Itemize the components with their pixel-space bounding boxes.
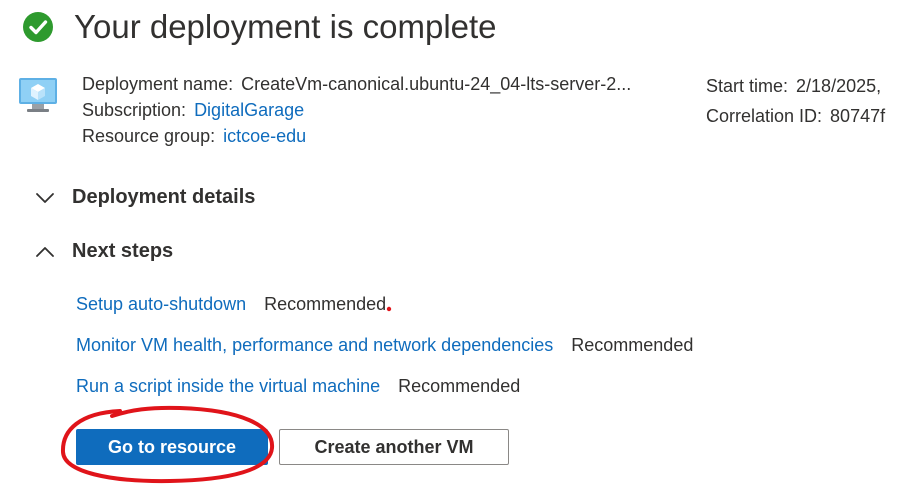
- next-step-item: Run a script inside the virtual machine R…: [76, 376, 520, 397]
- success-check-icon: [23, 12, 53, 42]
- deployment-header: Your deployment is complete: [22, 8, 497, 46]
- subscription-row: Subscription: DigitalGarage: [82, 97, 631, 123]
- deployment-meta: Start time: 2/18/2025, Correlation ID: 807…: [706, 71, 885, 131]
- go-to-resource-button[interactable]: Go to resource: [76, 429, 268, 465]
- next-step-item: Setup auto-shutdown Recommended: [76, 294, 386, 315]
- recommended-tag: Recommended: [398, 376, 521, 396]
- deployment-name-row: Deployment name: CreateVm-canonical.ubunt…: [82, 71, 631, 97]
- monitor-vm-health-link[interactable]: Monitor VM health, performance and netwo…: [76, 335, 553, 355]
- next-steps-label: Next steps: [72, 240, 174, 262]
- chevron-up-icon: [36, 246, 54, 257]
- next-steps-toggle[interactable]: Next steps: [34, 240, 173, 263]
- setup-auto-shutdown-link[interactable]: Setup auto-shutdown: [76, 294, 246, 314]
- recommended-tag: Recommended: [264, 294, 387, 314]
- deployment-name-label: Deployment name:: [82, 74, 234, 94]
- virtual-machine-icon: [19, 78, 57, 112]
- subscription-link[interactable]: DigitalGarage: [194, 100, 304, 120]
- correlation-id-value: 80747f: [830, 106, 886, 126]
- next-step-item: Monitor VM health, performance and netwo…: [76, 335, 693, 356]
- deployment-details-label: Deployment details: [72, 186, 256, 208]
- correlation-id-label: Correlation ID:: [706, 106, 823, 126]
- page-title: Your deployment is complete: [74, 8, 497, 45]
- start-time-row: Start time: 2/18/2025,: [706, 71, 885, 101]
- deployment-info: Deployment name: CreateVm-canonical.ubunt…: [82, 71, 631, 149]
- subscription-label: Subscription:: [82, 100, 187, 120]
- resource-group-label: Resource group:: [82, 126, 216, 146]
- deployment-name-value: CreateVm-canonical.ubuntu-24_04-lts-serv…: [241, 74, 632, 94]
- run-script-link[interactable]: Run a script inside the virtual machine: [76, 376, 380, 396]
- deployment-details-toggle[interactable]: Deployment details: [34, 186, 255, 209]
- start-time-label: Start time:: [706, 76, 789, 96]
- correlation-id-row: Correlation ID: 80747f: [706, 101, 885, 131]
- resource-group-link[interactable]: ictcoe-edu: [223, 126, 306, 146]
- recommended-tag: Recommended: [571, 335, 694, 355]
- chevron-down-icon: [36, 192, 54, 203]
- start-time-value: 2/18/2025,: [796, 76, 882, 96]
- create-another-vm-button[interactable]: Create another VM: [279, 429, 509, 465]
- resource-group-row: Resource group: ictcoe-edu: [82, 123, 631, 149]
